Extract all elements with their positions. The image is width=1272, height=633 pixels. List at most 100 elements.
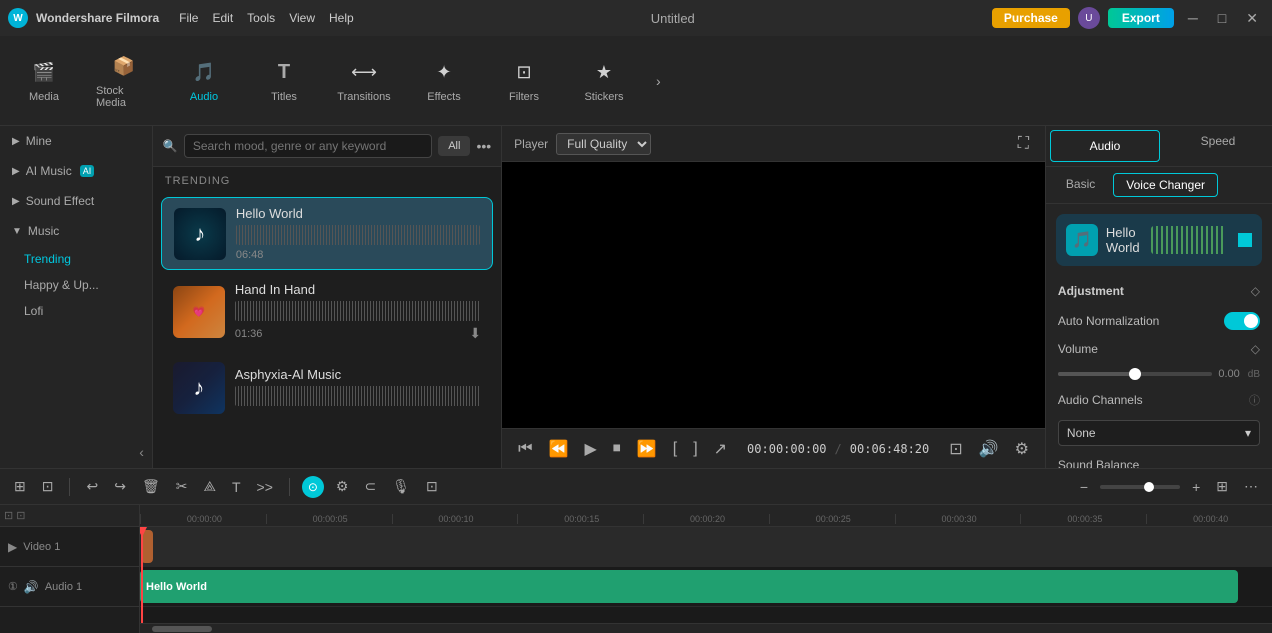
toolbar-transitions[interactable]: ⟷ Transitions (336, 59, 392, 103)
undo-button[interactable]: ↩ (82, 476, 102, 497)
scrollbar-thumb[interactable] (152, 626, 212, 632)
panel-item-ai-music[interactable]: ▶ AI Music AI (0, 156, 152, 186)
download-icon[interactable]: ⬇ (469, 325, 481, 342)
panel-sub-lofi[interactable]: Lofi (0, 298, 152, 324)
toolbar-stock-media[interactable]: 📦 Stock Media (96, 53, 152, 109)
toolbar-effects[interactable]: ✦ Effects (416, 59, 472, 103)
settings-icon[interactable]: ⚙ (1011, 437, 1033, 461)
panel-item-mine[interactable]: ▶ Mine (0, 126, 152, 156)
toolbar-audio[interactable]: 🎵 Audio (176, 59, 232, 103)
audio-waveform-hand (235, 301, 481, 321)
subtab-basic[interactable]: Basic (1054, 173, 1107, 197)
volume-icon[interactable]: 🔊 (975, 437, 1003, 461)
toolbar-filters[interactable]: ⊡ Filters (496, 59, 552, 103)
audio-info-asphyxia: Asphyxia-Al Music (235, 367, 481, 410)
search-input[interactable] (184, 134, 432, 158)
zoom-out-button[interactable]: − (1076, 477, 1092, 497)
export-button[interactable]: Export (1108, 8, 1174, 28)
auto-normalization-row: Auto Normalization (1046, 306, 1272, 336)
volume-slider-thumb[interactable] (1129, 368, 1141, 380)
step-forward-icon[interactable]: ⏩ (633, 437, 661, 461)
skip-back-icon[interactable]: ⏮ (514, 438, 536, 460)
voice-button[interactable]: 🎙 (388, 476, 414, 497)
menu-help[interactable]: Help (329, 11, 354, 25)
tab-audio[interactable]: Audio (1050, 130, 1160, 162)
text-button[interactable]: T (228, 477, 245, 497)
grid-view-button[interactable]: ⊞ (1212, 476, 1232, 497)
cut-button[interactable]: ✂ (172, 476, 192, 497)
titles-label: Titles (271, 91, 297, 103)
menu-tools[interactable]: Tools (247, 11, 275, 25)
snap-indicator[interactable]: ⊙ (302, 476, 324, 498)
quality-select[interactable]: Full Quality (556, 133, 651, 155)
search-filter-button[interactable]: All (438, 136, 470, 156)
subtitle-icon[interactable]: ⊡ (945, 437, 966, 461)
audio-clip-label: Hello World (146, 581, 207, 593)
video-track-label: Video 1 (23, 541, 60, 553)
ruler-mark-0: 00:00:00 (140, 514, 266, 524)
minimize-button[interactable]: ─ (1182, 10, 1204, 26)
purchase-button[interactable]: Purchase (992, 8, 1070, 28)
add-track-button[interactable]: ⊞ (10, 476, 30, 497)
menu-edit[interactable]: Edit (212, 11, 233, 25)
panel-sub-happy[interactable]: Happy & Up... (0, 272, 152, 298)
toolbar-divider-2 (289, 478, 290, 496)
audio-clip[interactable]: Hello World (140, 570, 1238, 603)
more-options-icon[interactable]: ••• (476, 138, 491, 154)
scene-detect-button[interactable]: ⊡ (38, 476, 58, 497)
captions-button[interactable]: ⊡ (422, 476, 442, 497)
ruler-mark-1: 00:00:05 (266, 514, 392, 524)
volume-slider[interactable] (1058, 372, 1212, 376)
title-bar-left: W Wondershare Filmora File Edit Tools Vi… (8, 8, 354, 28)
music-label: Music (28, 224, 59, 238)
titles-icon: T (270, 59, 298, 87)
toolbar-more-arrow[interactable]: › (656, 73, 661, 89)
play-button[interactable]: ▶ (580, 437, 600, 461)
settings-button[interactable]: ⚙ (332, 476, 353, 497)
ai-tools-button[interactable]: ⊂ (360, 476, 380, 497)
audio-item-hand-in-hand[interactable]: 💗 Hand In Hand 01:36 ⬇ (161, 274, 493, 350)
redo-button[interactable]: ↪ (110, 476, 130, 497)
menu-view[interactable]: View (289, 11, 315, 25)
playhead[interactable] (141, 527, 143, 623)
ruler-mark-8: 00:00:40 (1146, 514, 1272, 524)
split-button[interactable]: ⟁ (199, 476, 220, 497)
panel-item-music[interactable]: ▼ Music (0, 216, 152, 246)
adjustment-section-header[interactable]: Adjustment ◇ (1046, 276, 1272, 306)
panel-collapse-arrow[interactable]: ‹ (139, 444, 144, 460)
mark-in-icon[interactable]: [ (669, 438, 681, 460)
audio-item-hello-world[interactable]: ♪ Hello World 06:48 (161, 197, 493, 270)
subtab-voice-changer[interactable]: Voice Changer (1113, 173, 1218, 197)
zoom-in-button[interactable]: + (1188, 477, 1204, 497)
step-back-icon[interactable]: ⏪ (545, 437, 573, 461)
mark-out-icon[interactable]: ] (689, 438, 701, 460)
auto-norm-toggle[interactable] (1224, 312, 1260, 330)
audio-channels-dropdown[interactable]: None ▾ (1058, 420, 1260, 446)
user-avatar[interactable]: U (1078, 7, 1100, 29)
tab-speed[interactable]: Speed (1164, 126, 1272, 166)
panel-item-sound-effect[interactable]: ▶ Sound Effect (0, 186, 152, 216)
toolbar-stickers[interactable]: ★ Stickers (576, 59, 632, 103)
export-frame-icon[interactable]: ↗ (710, 437, 731, 461)
audio-item-asphyxia[interactable]: ♪ Asphyxia-Al Music (161, 354, 493, 422)
heart-icon: 💗 (193, 307, 205, 318)
menu-file[interactable]: File (179, 11, 198, 25)
playback-indicator (1238, 233, 1252, 247)
stock-media-label: Stock Media (96, 85, 152, 109)
more-options-button[interactable]: ⋯ (1240, 476, 1262, 497)
timeline-tracks-header: ⊡ ⊡ ▶ Video 1 ① 🔊 Audio 1 (0, 505, 140, 633)
toolbar-titles[interactable]: T Titles (256, 59, 312, 103)
close-button[interactable]: ✕ (1240, 10, 1264, 27)
delete-button[interactable]: 🗑 (138, 476, 164, 497)
panel-sub-trending[interactable]: Trending (0, 246, 152, 272)
fullscreen-icon[interactable]: ⛶ (1014, 133, 1033, 155)
maximize-button[interactable]: □ (1212, 10, 1232, 26)
timeline-scrollbar[interactable] (140, 623, 1272, 633)
stop-button[interactable]: ⏹ (609, 438, 625, 460)
speed-button[interactable]: >> (253, 477, 277, 497)
toolbar-media[interactable]: 🎬 Media (16, 59, 72, 103)
zoom-thumb[interactable] (1144, 482, 1154, 492)
zoom-slider[interactable] (1100, 485, 1180, 489)
right-tabs: Audio Speed (1046, 126, 1272, 167)
filters-icon: ⊡ (510, 59, 538, 87)
